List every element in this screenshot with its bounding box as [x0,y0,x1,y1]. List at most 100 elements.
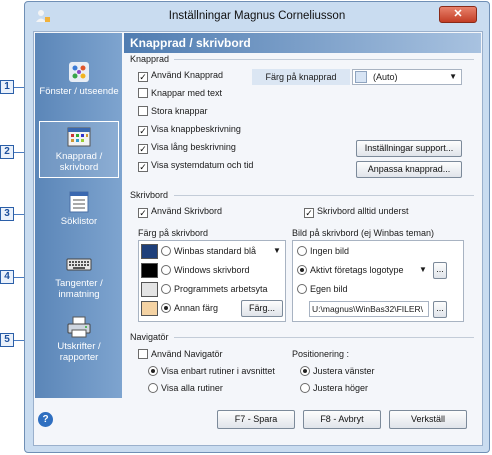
bild-skrivbord-panel: Ingen bild Aktivt företags logotype ▼ ..… [292,240,464,322]
radio-label: Programmets arbetsyta [174,284,268,294]
anvand-skrivbord-checkbox[interactable]: ✓ Använd Skrivbord [138,206,222,218]
checkbox-checked: ✓ [304,208,314,218]
farg-button[interactable]: Färg... [241,300,283,317]
radio-off [161,246,171,256]
checkbox-checked: ✓ [138,144,148,154]
sidebar-item-soklistor[interactable]: Söklistor [39,191,119,227]
radio-off [161,284,171,294]
checkbox-label: Använd Navigatör [151,349,223,359]
anvand-knapprad-checkbox[interactable]: ✓ Använd Knapprad [138,70,223,82]
knapprad-group-title: Knapprad [130,54,170,64]
skrivbord-alltid-underst-checkbox[interactable]: ✓ Skrivbord alltid underst [304,206,409,218]
skrivbord-group-title: Skrivbord [130,190,169,200]
main-panel: Knapprad / skrivbord Knapprad ✓ Använd Kn… [124,33,481,398]
radio-label: Visa alla rutiner [161,383,223,393]
positionering-title: Positionering : [292,349,350,359]
palette-icon [69,62,89,82]
knappar-med-text-checkbox[interactable]: Knappar med text [138,88,222,98]
path-browse-button[interactable]: ... [433,301,447,318]
settings-window: Inställningar Magnus Corneliusson ✕ Föns… [24,1,490,453]
visa-knappbeskrivning-checkbox[interactable]: ✓ Visa knappbeskrivning [138,124,241,136]
radio-label: Annan färg [174,303,219,313]
visa-alla-radio[interactable]: Visa alla rutiner [148,383,223,393]
farg-option-winbas[interactable]: Winbas standard blå [161,246,256,256]
toolbar-icon [67,127,91,147]
sidebar-item-label: Knapprad / skrivbord [55,151,103,173]
farg-option-programmets[interactable]: Programmets arbetsyta [161,284,268,294]
bild-option-egen[interactable]: Egen bild [297,284,348,294]
spara-button[interactable]: F7 - Spara [217,410,295,429]
radio-on [300,366,310,376]
bild-pa-skrivbord-title: Bild på skrivbord (ej Winbas teman) [292,228,435,238]
sidebar-item-label: Tangenter / inmatning [55,278,103,300]
installningar-support-button[interactable]: Inställningar support... [356,140,462,157]
radio-on [161,303,171,313]
farg-option-windows[interactable]: Windows skrivbord [161,265,250,275]
radio-label: Ingen bild [310,246,350,256]
bild-path-input[interactable]: U:\magnus\WinBas32\FILER\ [309,301,429,317]
radio-off [300,383,310,393]
radio-label: Visa enbart rutiner i avsnittet [161,366,275,376]
logotype-more-button[interactable]: ... [433,262,447,279]
checkbox-label: Använd Knapprad [151,70,224,80]
radio-label: Winbas standard blå [174,246,257,256]
sidebar-item-utskrifter[interactable]: Utskrifter / rapporter [39,316,119,363]
page-title: Knapprad / skrivbord [124,33,481,53]
anvand-navigator-checkbox[interactable]: Använd Navigatör [138,349,223,359]
visa-enbart-radio[interactable]: Visa enbart rutiner i avsnittet [148,366,275,376]
client-area: Fönster / utseende Knapprad / skrivbord [33,31,483,446]
radio-label: Egen bild [310,284,348,294]
sidebar-item-label: Fönster / utseende [39,86,119,97]
checkbox-label: Använd Skrivbord [151,206,223,216]
bild-option-logotype[interactable]: Aktivt företags logotype [297,265,404,275]
checkbox-label: Skrivbord alltid underst [317,206,409,216]
farg-pa-skrivbord-title: Färg på skrivbord [138,228,209,238]
farg-option-annan[interactable]: Annan färg [161,303,218,313]
color-swatch [355,71,367,83]
radio-label: Windows skrivbord [174,265,250,275]
sidebar-item-fonster[interactable]: Fönster / utseende [39,61,119,97]
close-button[interactable]: ✕ [439,6,477,23]
list-icon [69,191,89,213]
visa-systemdatum-checkbox[interactable]: ✓ Visa systemdatum och tid [138,160,253,172]
farg-knapprad-select[interactable]: (Auto) ▼ [352,69,462,85]
radio-on [148,366,158,376]
radio-off [297,246,307,256]
sidebar-item-label: Söklistor [60,216,98,227]
color-swatch-gray [141,282,158,297]
callout-3: 3 [0,207,14,221]
sidebar: Fönster / utseende Knapprad / skrivbord [35,33,122,398]
bild-option-ingen[interactable]: Ingen bild [297,246,349,256]
checkbox-label: Stora knappar [151,106,208,116]
callout-1: 1 [0,80,14,94]
checkbox-unchecked [138,88,148,98]
checkbox-label: Visa knappbeskrivning [151,124,241,134]
sidebar-item-knapprad[interactable]: Knapprad / skrivbord [39,121,119,178]
color-swatch-black [141,263,158,278]
farg-pa-knapprad-label: Färg på knapprad [252,69,350,85]
title-bar: Inställningar Magnus Corneliusson ✕ [25,2,489,30]
keyboard-icon [66,258,92,271]
anpassa-knapprad-button[interactable]: Anpassa knapprad... [356,161,462,178]
stora-knappar-checkbox[interactable]: Stora knappar [138,106,208,116]
chevron-down-icon[interactable]: ▼ [419,265,427,274]
checkbox-checked: ✓ [138,126,148,136]
justera-vanster-radio[interactable]: Justera vänster [300,366,375,376]
radio-label: Justera höger [313,383,369,393]
visa-lang-beskrivning-checkbox[interactable]: ✓ Visa lång beskrivning [138,142,236,154]
radio-off [161,265,171,275]
chevron-down-icon[interactable]: ▼ [273,246,281,255]
footer: ? F7 - Spara F8 - Avbryt Verkställ [35,399,481,445]
printer-icon [67,316,91,338]
checkbox-checked: ✓ [138,72,148,82]
checkbox-label: Visa lång beskrivning [151,142,236,152]
verkstall-button[interactable]: Verkställ [389,410,467,429]
checkbox-unchecked [138,349,148,359]
sidebar-item-tangenter[interactable]: Tangenter / inmatning [39,253,119,300]
radio-on [297,265,307,275]
checkbox-checked: ✓ [138,208,148,218]
checkbox-checked: ✓ [138,162,148,172]
help-icon[interactable]: ? [38,412,53,427]
justera-hoger-radio[interactable]: Justera höger [300,383,368,393]
avbryt-button[interactable]: F8 - Avbryt [303,410,381,429]
